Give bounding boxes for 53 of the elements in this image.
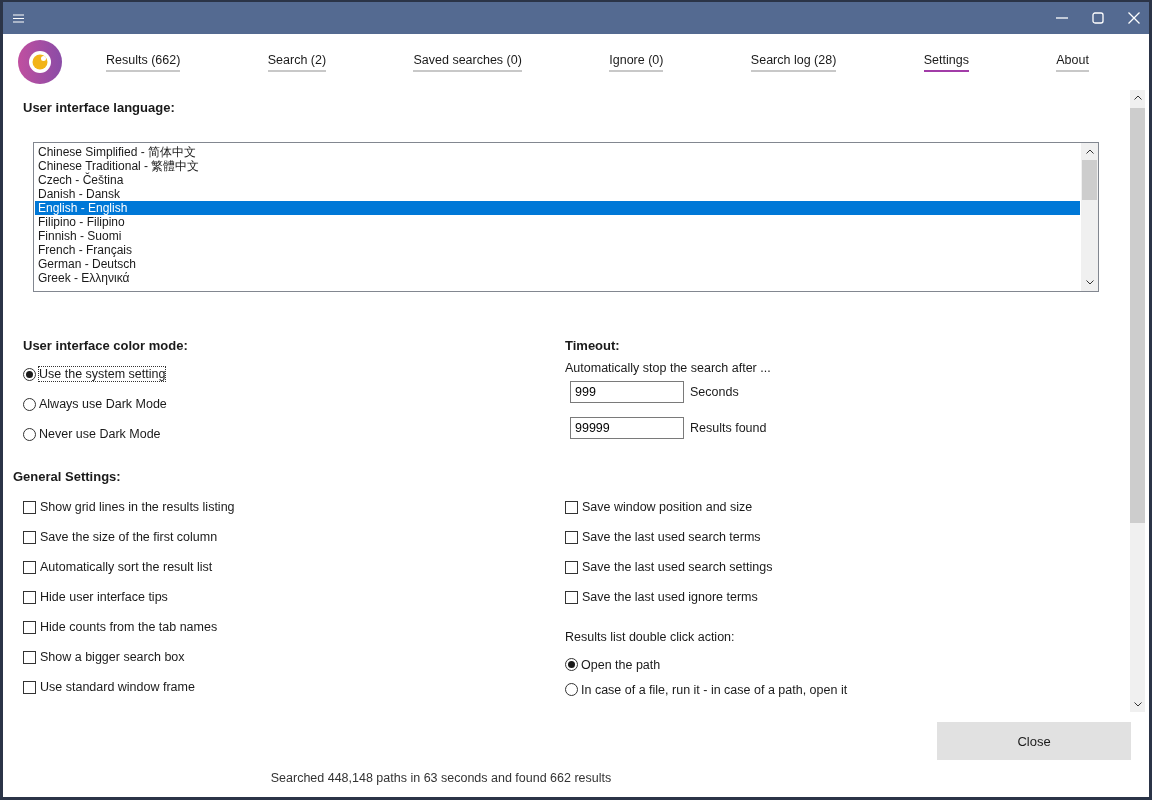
radio-option[interactable]: Never use Dark Mode (23, 419, 565, 449)
checkbox-option[interactable]: Show a bigger search box (23, 642, 565, 672)
list-item[interactable]: Czech - Čeština (35, 173, 1080, 187)
tab[interactable]: Search (2) (267, 52, 327, 72)
field-label: Results found (690, 421, 767, 435)
list-item[interactable]: Filipino - Filipino (35, 215, 1080, 229)
close-icon[interactable] (1128, 12, 1140, 24)
checkbox-option[interactable]: Show grid lines in the results listing (23, 492, 565, 522)
input-field[interactable]: 99999 (570, 417, 684, 439)
checkbox-option[interactable]: Save the last used search settings (565, 552, 1130, 582)
field-label: Seconds (690, 385, 739, 399)
list-item[interactable]: German - Deutsch (35, 257, 1080, 271)
list-item[interactable]: English - English (35, 201, 1080, 215)
section-heading: General Settings: (13, 469, 122, 484)
tab[interactable]: Ignore (0) (609, 52, 664, 72)
checkbox-option[interactable]: Save window position and size (565, 492, 1130, 522)
tab[interactable]: About (1056, 52, 1089, 72)
checkbox-option[interactable]: Use standard window frame (23, 672, 565, 702)
radio-option[interactable]: In case of a file, run it - in case of a path, open it (565, 677, 1130, 702)
scrollbar[interactable] (1130, 90, 1145, 712)
status-text: Searched 448,148 paths in 63 seconds and found 662 results (270, 771, 612, 785)
checkbox-option[interactable]: Hide user interface tips (23, 582, 565, 612)
tab[interactable]: Saved searches (0) (413, 52, 522, 72)
checkbox-option[interactable]: Save the size of the first column (23, 522, 565, 552)
list-item[interactable]: Danish - Dansk (35, 187, 1080, 201)
scrollbar[interactable] (1081, 143, 1098, 291)
scrollbar-thumb[interactable] (1130, 108, 1145, 523)
list-item[interactable]: Chinese Traditional - 繁體中文 (35, 159, 1080, 173)
menu-icon[interactable] (13, 13, 24, 23)
section-heading: User interface language: (23, 100, 176, 115)
tab[interactable]: Search log (28) (750, 52, 837, 72)
section-heading: Timeout: (565, 338, 621, 353)
close-button[interactable]: Close (937, 722, 1131, 760)
logo-icon (18, 40, 62, 84)
list-item[interactable]: Chinese Simplified - 简体中文 (35, 145, 1080, 159)
radio-option[interactable]: Open the path (565, 652, 1130, 677)
radio-option[interactable]: Always use Dark Mode (23, 389, 565, 419)
description-text: Automatically stop the search after ... (565, 361, 772, 375)
checkbox-option[interactable]: Save the last used ignore terms (565, 582, 1130, 612)
list-item[interactable]: Greek - Ελληνικά (35, 271, 1080, 285)
input-field[interactable]: 999 (570, 381, 684, 403)
tab[interactable]: Results (662) (106, 52, 181, 72)
option-label: Results list double click action: (565, 630, 736, 646)
section-heading: User interface color mode: (23, 338, 189, 353)
list-item[interactable]: French - Français (35, 243, 1080, 257)
checkbox-option[interactable]: Automatically sort the result list (23, 552, 565, 582)
checkbox-option[interactable]: Save the last used search terms (565, 522, 1130, 552)
tab[interactable]: Settings (923, 52, 969, 72)
maximize-icon[interactable] (1092, 12, 1104, 24)
scrollbar-thumb[interactable] (1082, 160, 1097, 200)
list-item[interactable]: Finnish - Suomi (35, 229, 1080, 243)
checkbox-option[interactable]: Hide counts from the tab names (23, 612, 565, 642)
radio-option[interactable]: Use the system setting (23, 359, 565, 389)
